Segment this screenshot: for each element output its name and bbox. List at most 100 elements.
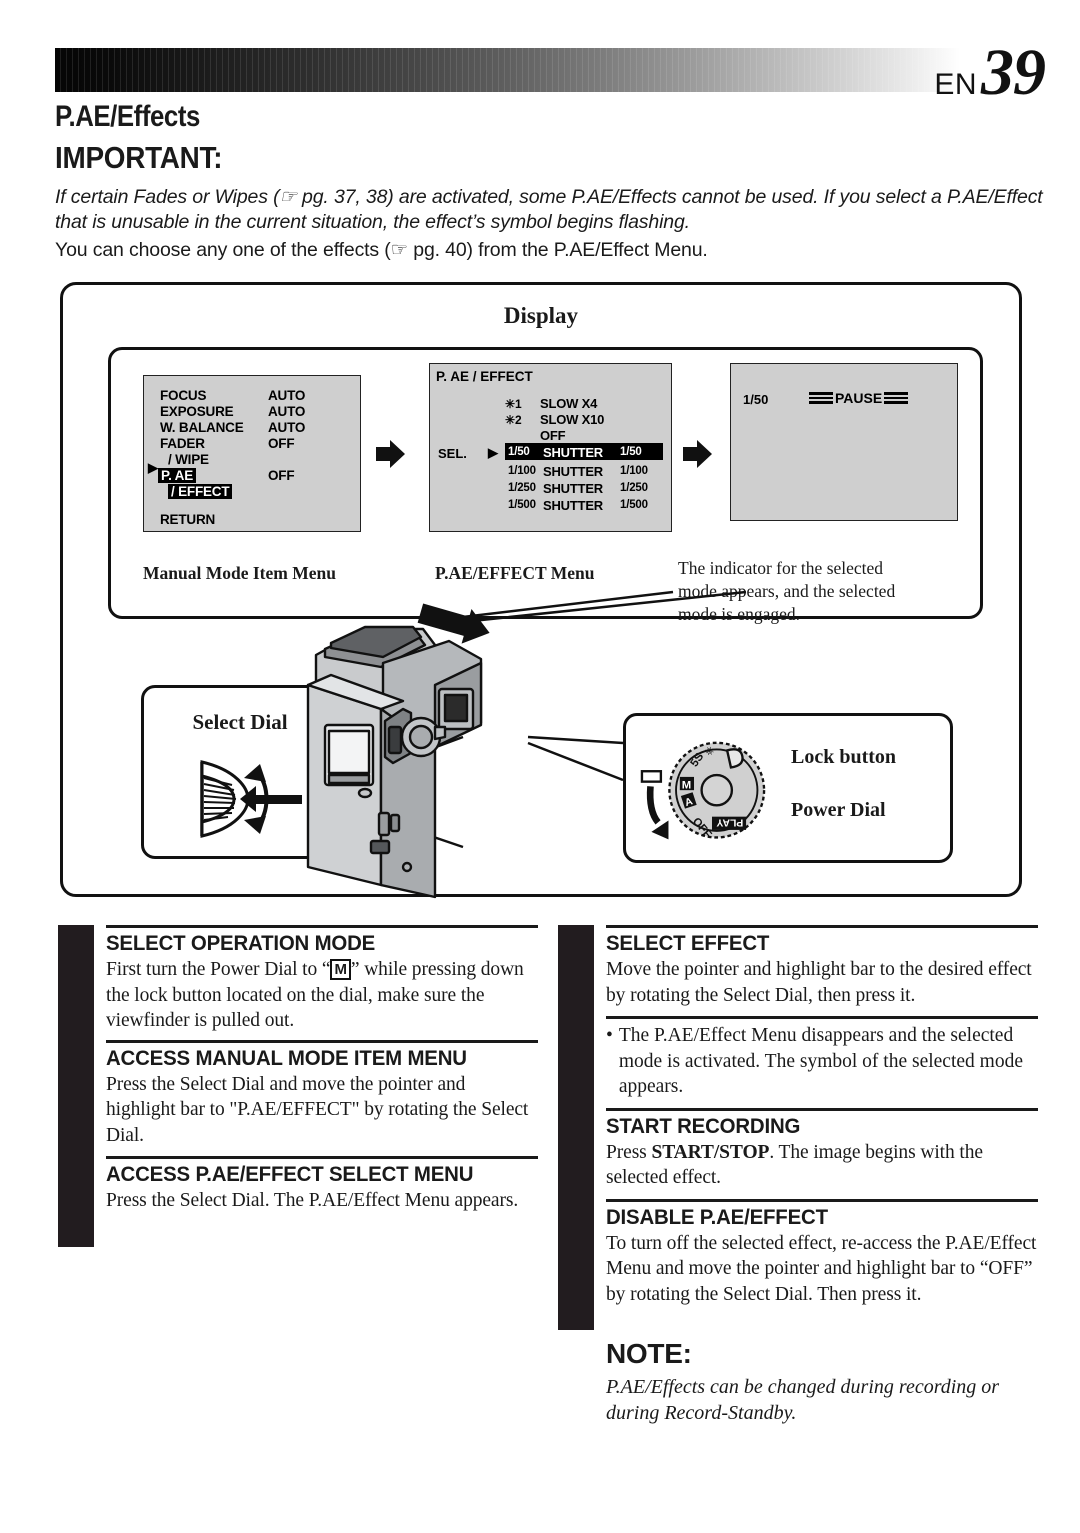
- step-5-title: START RECORDING: [606, 1113, 801, 1138]
- step-4-number: 4: [518, 922, 538, 967]
- flow-arrow-1-icon: [376, 440, 406, 468]
- page-title: P.AE/Effects: [55, 100, 200, 133]
- effect-name-shutter-1-50: SHUTTER: [543, 445, 603, 460]
- step-4-body: Move the pointer and highlight bar to th…: [606, 959, 1032, 1006]
- manual-mode-item-menu-screen: ▶ FOCUS AUTO EXPOSURE AUTO W. BALANCE AU…: [143, 375, 361, 532]
- step-5-number: 5: [518, 1108, 538, 1154]
- important-subparagraph: You can choose any one of the effects (☞…: [55, 239, 708, 261]
- menu-label-fader: FADER: [160, 436, 205, 451]
- step-2-number: 2: [18, 1040, 38, 1086]
- effect-icon-slow-x4: ✳︎1: [505, 397, 522, 411]
- effect-value-shutter-1-250: 1/250: [620, 482, 648, 494]
- step-1: 1 SELECT OPERATION MODE First turn the P…: [18, 925, 538, 1034]
- menu-value-pae: OFF: [268, 468, 295, 483]
- menu-label-white-balance: W. BALANCE: [160, 420, 244, 435]
- menu-value-white-balance: AUTO: [268, 420, 306, 435]
- step-5-body: Press START/STOP. The image begins with …: [606, 1139, 1038, 1191]
- caption-pae-effect-menu: P.AE/EFFECT Menu: [435, 563, 595, 583]
- power-dial-callout: Lock button Power Dial 5S ⎈ M A OFF PLAY: [623, 713, 953, 863]
- start-stop-label: START/STOP: [651, 1141, 770, 1163]
- step-1-body: First turn the Power Dial to “M” while p…: [106, 956, 538, 1034]
- effect-icon-slow-x10: ✳︎2: [505, 413, 522, 427]
- effect-menu-title: P. AE / EFFECT: [436, 369, 533, 384]
- menu-label-return: RETURN: [160, 512, 216, 527]
- effect-shutter-value-1-100: 1/100: [508, 465, 536, 477]
- menu-label-focus: FOCUS: [160, 388, 207, 403]
- step-6-body: To turn off the selected effect, re-acce…: [606, 1232, 1037, 1305]
- menu-pointer-icon: ▶: [148, 460, 158, 475]
- display-label: Display: [503, 303, 579, 328]
- effect-menu-sel-label: SEL.: [438, 446, 467, 461]
- step-6: 6 DISABLE P.AE/EFFECT To turn off the se…: [518, 1198, 1038, 1308]
- step-5: 5 START RECORDING Press START/STOP. The …: [518, 1107, 1038, 1191]
- effect-value-shutter-1-100: 1/100: [620, 465, 648, 477]
- flow-arrow-2-icon: [683, 440, 713, 468]
- note-block: NOTE: P.AE/Effects can be changed during…: [606, 1338, 1046, 1426]
- step-6-title: DISABLE P.AE/EFFECT: [606, 1204, 828, 1229]
- pause-bars-left-icon: [809, 392, 833, 404]
- important-heading: IMPORTANT:: [55, 140, 223, 175]
- effect-name-shutter-1-500: SHUTTER: [543, 498, 603, 513]
- indicator-shutter-value: 1/50: [743, 392, 769, 407]
- menu-value-fader: OFF: [268, 436, 295, 451]
- svg-text:PLAY: PLAY: [716, 817, 743, 828]
- step-4: 4 SELECT EFFECT Move the pointer and hig…: [518, 925, 1038, 1008]
- effect-value-shutter-1-50: 1/50: [620, 446, 642, 458]
- menu-label-pae: P. AE: [158, 468, 197, 483]
- step-3: 3 ACCESS P.AE/EFFECT SELECT MENU Press t…: [18, 1156, 538, 1214]
- page-header: EN 39: [55, 40, 1046, 106]
- menu-value-focus: AUTO: [268, 388, 306, 403]
- step-6-number: 6: [518, 1199, 538, 1245]
- caption-indicator-screen: The indicator for the selected mode appe…: [678, 558, 896, 624]
- select-dial-wheel-icon: [200, 760, 302, 838]
- display-diagram: Display ▶ FOCUS AUTO EXPOSURE AUTO W. BA…: [60, 282, 1022, 899]
- select-dial-label: Select Dial: [192, 710, 288, 734]
- svg-text:M: M: [682, 779, 691, 791]
- step-4-bullet-block: • The P.AE/Effect Menu disappears and the…: [558, 1019, 1038, 1100]
- step-1-title: SELECT OPERATION MODE: [106, 931, 376, 955]
- effect-name-off: OFF: [540, 428, 566, 443]
- step-3-body: Press the Select Dial. The P.AE/Effect M…: [106, 1190, 519, 1211]
- steps-column-left: 1 SELECT OPERATION MODE First turn the P…: [18, 925, 538, 1247]
- important-paragraph: If certain Fades or Wipes (☞ pg. 37, 38)…: [55, 186, 1043, 233]
- effect-value-shutter-1-500: 1/500: [620, 499, 648, 511]
- note-body: P.AE/Effects can be changed during recor…: [606, 1376, 1000, 1424]
- effect-shutter-value-1-50: 1/50: [508, 446, 530, 458]
- power-dial-icon: 5S ⎈ M A OFF PLAY: [640, 741, 766, 841]
- effect-name-slow-x4: SLOW X4: [540, 396, 598, 411]
- step-1-body-pre: First turn the Power Dial to “: [106, 959, 331, 980]
- step-2-title: ACCESS MANUAL MODE ITEM MENU: [106, 1045, 467, 1070]
- language-code: EN: [934, 68, 977, 101]
- step-2-body: Press the Select Dial and move the point…: [106, 1073, 529, 1146]
- step-4-bullet-text: The P.AE/Effect Menu disappears and the …: [618, 1025, 1023, 1097]
- step-3-number: 3: [18, 1157, 38, 1202]
- power-dial-label: Power Dial: [791, 799, 886, 821]
- step-4-title: SELECT EFFECT: [606, 931, 770, 955]
- pause-bars-right-icon: [884, 392, 909, 404]
- select-dial-callout: Select Dial: [141, 685, 339, 859]
- step-2: 2 ACCESS MANUAL MODE ITEM MENU Press the…: [18, 1039, 538, 1149]
- pae-effect-menu-screen: P. AE / EFFECT ✳︎1 SLOW X4 ✳︎2 SLOW X10 …: [429, 363, 672, 532]
- note-heading: NOTE:: [606, 1338, 692, 1369]
- steps-column-right: 4 SELECT EFFECT Move the pointer and hig…: [518, 925, 1038, 1330]
- menu-label-wipe: / WIPE: [168, 452, 209, 467]
- menu-label-effect: / EFFECT: [168, 484, 233, 499]
- step-5-body-pre: Press: [606, 1141, 652, 1163]
- effect-name-shutter-1-250: SHUTTER: [543, 481, 603, 496]
- effect-menu-pointer-icon: ▶: [488, 445, 498, 460]
- effect-shutter-value-1-250: 1/250: [508, 482, 536, 494]
- gradient-bar: [55, 48, 960, 92]
- indicator-pause-label: PAUSE: [835, 390, 883, 406]
- step-1-number: 1: [18, 922, 38, 967]
- manual-page: EN 39 P.AE/Effects IMPORTANT: If certain…: [0, 0, 1080, 1533]
- indicator-screen: 1/50 PAUSE: [730, 363, 958, 521]
- effect-name-slow-x10: SLOW X10: [540, 412, 605, 427]
- effect-name-shutter-1-100: SHUTTER: [543, 464, 603, 479]
- page-number: 39: [981, 36, 1046, 109]
- effect-shutter-value-1-500: 1/500: [508, 499, 536, 511]
- page-number-block: EN 39: [934, 36, 1046, 109]
- step-3-title: ACCESS P.AE/EFFECT SELECT MENU: [106, 1162, 474, 1186]
- menu-label-exposure: EXPOSURE: [160, 404, 234, 419]
- mode-m-icon: M: [330, 959, 351, 980]
- bullet-dot-icon: •: [606, 1025, 613, 1046]
